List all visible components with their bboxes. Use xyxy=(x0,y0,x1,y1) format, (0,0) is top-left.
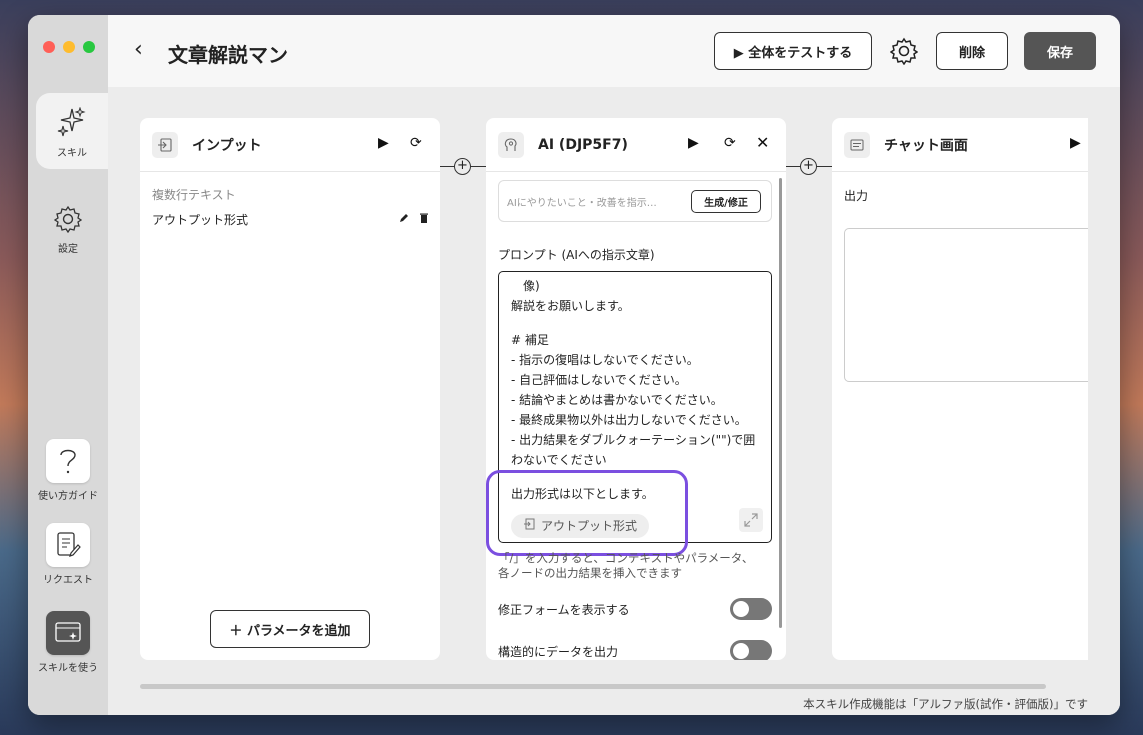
option-label: 修正フォームを表示する xyxy=(498,602,630,617)
ai-node: AI (DJP5F7) ▶ ⟳ ✕ AIにやりたいこと・改善を指示… 生成/修正… xyxy=(486,118,786,660)
add-param-button[interactable]: ＋ パラメータを追加 xyxy=(210,610,370,648)
input-icon xyxy=(152,131,178,158)
node-title: チャット画面 xyxy=(884,137,968,154)
prompt-line: # 補足 xyxy=(511,333,549,347)
param-section-label: 複数行テキスト xyxy=(152,188,236,202)
save-button[interactable]: 保存 xyxy=(1024,32,1096,70)
option-label: 構造的にデータを出力 xyxy=(498,644,619,659)
vertical-scrollbar[interactable] xyxy=(779,178,782,628)
node-header: チャット画面 ▶ xyxy=(832,118,1088,172)
hint-line: 「/」を入力すると、コンテキストやパラメータ、 xyxy=(498,551,754,565)
minimize-window-button[interactable] xyxy=(63,41,75,53)
gear-icon[interactable] xyxy=(889,37,919,66)
back-icon[interactable]: ‹ xyxy=(134,37,143,62)
pencil-icon[interactable] xyxy=(398,212,410,227)
sidebar-item-label: 使い方ガイド xyxy=(38,491,98,502)
node-header: AI (DJP5F7) ▶ ⟳ ✕ xyxy=(486,118,786,172)
skill-use-icon xyxy=(46,611,90,655)
prompt-line: 解説をお願いします。 xyxy=(511,299,630,313)
param-item: アウトプット形式 xyxy=(152,211,430,228)
generate-button[interactable]: 生成/修正 xyxy=(691,190,761,213)
alpha-notice: 本スキル作成機能は「アルファ版(試作・評価版)」です xyxy=(803,697,1088,711)
add-node-plus-icon[interactable]: + xyxy=(800,158,817,175)
prompt-line: - 指示の復唱はしないでください。 xyxy=(511,353,699,367)
sidebar-item-skill[interactable]: スキル xyxy=(36,93,108,169)
prompt-label: プロンプト (AIへの指示文章) xyxy=(498,248,655,262)
prompt-line: - 結論やまとめは書かないでください。 xyxy=(511,393,723,407)
header: ‹ 文章解説マン ▶ 全体をテストする 削除 保存 xyxy=(108,15,1120,87)
horizontal-scrollbar[interactable] xyxy=(140,684,1046,689)
prompt-line: - 出力結果をダブルクォーテーション("")で囲 xyxy=(511,433,756,447)
node-header: インプット ▶ ⟳ xyxy=(140,118,440,172)
chat-node: チャット画面 ▶ 出力 xyxy=(832,118,1088,660)
close-window-button[interactable] xyxy=(43,41,55,53)
node-title: インプット xyxy=(192,137,262,154)
gear-icon xyxy=(53,205,83,236)
structured-output-toggle[interactable] xyxy=(730,640,772,660)
close-icon[interactable]: ✕ xyxy=(756,133,769,152)
sidebar-item-use-skill[interactable]: スキルを使う xyxy=(28,611,108,674)
trash-icon[interactable] xyxy=(418,212,430,227)
input-node: インプット ▶ ⟳ 複数行テキスト アウトプット形式 ＋ パラメータを追加 xyxy=(140,118,440,660)
play-icon[interactable]: ▶ xyxy=(688,135,699,151)
refresh-icon[interactable]: ⟳ xyxy=(410,135,422,151)
option-row: 修正フォームを表示する xyxy=(498,598,772,620)
play-icon[interactable]: ▶ xyxy=(1070,135,1081,151)
output-box xyxy=(844,228,1088,382)
sidebar: スキル 設定 使い方ガイド リクエスト スキルを使う xyxy=(28,15,108,715)
sidebar-item-label: スキル xyxy=(57,148,87,159)
ai-instruction-input[interactable]: AIにやりたいこと・改善を指示… 生成/修正 xyxy=(498,180,772,222)
prompt-line: - 最終成果物以外は出力しないでください。 xyxy=(511,413,747,427)
prompt-line: - 自己評価はしないでください。 xyxy=(511,373,687,387)
chat-window-icon xyxy=(844,131,870,158)
sidebar-item-label: スキルを使う xyxy=(38,663,98,674)
sidebar-item-settings[interactable]: 設定 xyxy=(28,205,108,255)
expand-icon[interactable] xyxy=(739,508,763,532)
option-row: 構造的にデータを出力 xyxy=(498,640,772,660)
window-controls xyxy=(43,41,95,53)
show-form-toggle[interactable] xyxy=(730,598,772,620)
brain-head-icon xyxy=(498,131,524,158)
add-node-plus-icon[interactable]: + xyxy=(454,158,471,175)
page-title: 文章解説マン xyxy=(168,43,288,67)
test-all-button[interactable]: ▶ 全体をテストする xyxy=(714,32,872,70)
focus-highlight xyxy=(486,470,688,556)
app-window: スキル 設定 使い方ガイド リクエスト スキルを使う ‹ 文章解説マン ▶ 全体… xyxy=(28,15,1120,715)
delete-button[interactable]: 削除 xyxy=(936,32,1008,70)
output-label: 出力 xyxy=(844,189,869,203)
question-icon xyxy=(46,439,90,483)
prompt-line xyxy=(511,316,759,330)
flow-canvas: インプット ▶ ⟳ 複数行テキスト アウトプット形式 ＋ パラメータを追加 + xyxy=(108,87,1120,715)
document-edit-icon xyxy=(46,523,90,567)
param-label: アウトプット形式 xyxy=(152,213,249,227)
sidebar-item-guide[interactable]: 使い方ガイド xyxy=(28,439,108,502)
sparkles-icon xyxy=(57,106,87,140)
ai-instruction-placeholder: AIにやりたいこと・改善を指示… xyxy=(507,197,657,209)
play-icon[interactable]: ▶ xyxy=(378,135,389,151)
refresh-icon[interactable]: ⟳ xyxy=(724,135,736,151)
prompt-line: わないでください xyxy=(511,453,607,467)
node-title: AI (DJP5F7) xyxy=(538,136,628,153)
sidebar-item-request[interactable]: リクエスト xyxy=(28,523,108,586)
sidebar-item-label: 設定 xyxy=(58,244,78,255)
hint-line: 各ノードの出力結果を挿入できます xyxy=(498,566,682,580)
maximize-window-button[interactable] xyxy=(83,41,95,53)
prompt-hint: 「/」を入力すると、コンテキストやパラメータ、 各ノードの出力結果を挿入できます xyxy=(498,551,778,581)
prompt-line: 像) xyxy=(523,279,540,293)
sidebar-item-label: リクエスト xyxy=(43,575,93,586)
